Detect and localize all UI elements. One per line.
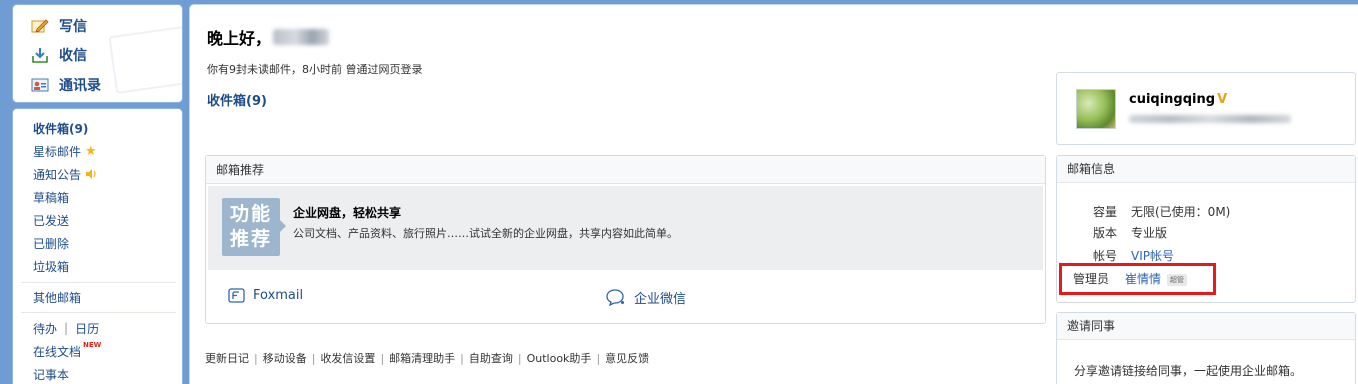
vip-icon: V (1217, 92, 1228, 107)
contacts-label: 通讯录 (59, 78, 101, 94)
wechat-work-label: 企业微信 (634, 292, 687, 307)
avatar[interactable] (1076, 89, 1116, 129)
folder-deleted[interactable]: 已删除 (33, 234, 69, 252)
todo-calendar-separator: | (64, 321, 69, 335)
redacted-email (1129, 115, 1291, 123)
profile-card: cuiqingqing V (1056, 72, 1356, 145)
envelope-watermark (108, 25, 182, 95)
feature-banner[interactable]: 功能 推荐 企业网盘，轻松共享 公司文档、产品资料、旅行照片……试试全新的企业网… (208, 186, 1043, 270)
recommend-panel: 邮箱推荐 功能 推荐 企业网盘，轻松共享 公司文档、产品资料、旅行照片……试试全… (205, 155, 1046, 324)
write-mail-button[interactable]: 写信 (31, 15, 87, 37)
capacity-value: 无限(已使用：0M) (1131, 205, 1231, 219)
foxmail-icon (228, 288, 245, 303)
info-row-capacity: 容量 无限(已使用：0M) (1063, 203, 1230, 220)
folder-drafts[interactable]: 草稿箱 (33, 188, 69, 206)
highlight-annotation (1059, 263, 1216, 295)
footer-link-mobile[interactable]: 移动设备 (263, 352, 307, 365)
inbox-download-icon (31, 47, 49, 63)
folder-other-mailboxes[interactable]: 其他邮箱 (33, 288, 81, 306)
edition-value: 专业版 (1131, 226, 1168, 240)
folder-deleted-label: 已删除 (33, 236, 70, 251)
unread-summary: 你有9封未读邮件，8小时前 曾通过网页登录 (207, 63, 423, 76)
todo-link[interactable]: 待办 (33, 320, 57, 337)
footer-link-mail-settings[interactable]: 收发信设置 (320, 352, 375, 365)
contact-card-icon (31, 77, 49, 93)
capacity-label: 容量 (1092, 205, 1117, 219)
account-value-link[interactable]: VIP帐号 (1131, 247, 1174, 264)
folder-notices[interactable]: 通知公告 (33, 165, 97, 183)
folder-spam[interactable]: 垃圾箱 (33, 257, 69, 275)
notebook-label: 记事本 (33, 367, 70, 382)
greeting: 晚上好， (207, 25, 330, 49)
pencil-icon (31, 18, 49, 34)
invite-card: 邀请同事 分享邀请链接给同事，一起使用企业邮箱。 (1056, 312, 1356, 384)
new-badge: NEW (83, 341, 102, 349)
chat-bubble-icon (606, 289, 626, 306)
receive-mail-label: 收信 (59, 48, 87, 64)
recommend-title: 邮箱推荐 (206, 156, 1045, 184)
redacted-username (273, 29, 330, 45)
footer-link-self-service[interactable]: 自助查询 (469, 352, 513, 365)
feature-description: 公司文档、产品资料、旅行照片……试试全新的企业网盘，共享内容如此简单。 (293, 227, 678, 240)
folder-sent[interactable]: 已发送 (33, 211, 69, 229)
feature-tile: 功能 推荐 (222, 198, 286, 256)
info-row-edition: 版本 专业版 (1063, 224, 1167, 241)
notebook-link[interactable]: 记事本 (33, 365, 69, 383)
inbox-link[interactable]: 收件箱(9) (207, 90, 267, 109)
folder-divider (21, 282, 176, 283)
speaker-icon (85, 169, 97, 179)
folder-inbox[interactable]: 收件箱(9) (33, 119, 88, 137)
mailbox-info-title: 邮箱信息 (1057, 156, 1355, 183)
star-icon: ★ (85, 143, 97, 159)
feature-tile-line2: 推荐 (229, 228, 272, 250)
online-docs-label: 在线文档 (33, 344, 82, 359)
folder-other-label: 其他邮箱 (33, 290, 82, 305)
contacts-button[interactable]: 通讯录 (31, 74, 101, 96)
folder-starred[interactable]: 星标邮件 ★ (33, 142, 97, 160)
footer-links: 更新日记 | 移动设备 | 收发信设置 | 邮箱清理助手 | 自助查询 | Outlook助手 | 意见… (205, 352, 650, 365)
invite-title: 邀请同事 (1057, 313, 1355, 340)
folder-sent-label: 已发送 (33, 213, 70, 228)
account-label: 帐号 (1092, 249, 1117, 263)
foxmail-label: Foxmail (253, 288, 304, 303)
footer-link-changelog[interactable]: 更新日记 (205, 352, 249, 365)
folder-spam-label: 垃圾箱 (33, 259, 70, 274)
calendar-link[interactable]: 日历 (75, 320, 99, 337)
feature-tile-line1: 功能 (229, 203, 272, 225)
edition-label: 版本 (1092, 226, 1117, 240)
feature-title: 企业网盘，轻松共享 (293, 206, 402, 220)
folder-notices-label: 通知公告 (33, 167, 82, 182)
username-text: cuiqingqing (1129, 92, 1216, 107)
greeting-text: 晚上好， (207, 29, 272, 48)
write-mail-label: 写信 (59, 19, 87, 35)
wechat-work-link[interactable]: 企业微信 (606, 288, 686, 307)
footer-link-cleanup[interactable]: 邮箱清理助手 (389, 352, 455, 365)
receive-mail-button[interactable]: 收信 (31, 44, 87, 66)
compose-panel: 写信 收信 通讯录 (12, 4, 183, 103)
todo-calendar-row: 待办 | 日历 (33, 319, 99, 337)
folder-drafts-label: 草稿箱 (33, 190, 70, 205)
footer-link-outlook[interactable]: Outlook助手 (527, 352, 592, 365)
online-docs-link[interactable]: 在线文档 NEW (33, 341, 102, 360)
foxmail-link[interactable]: Foxmail (228, 288, 303, 303)
folder-divider (21, 312, 176, 313)
folder-list: 收件箱(9) 星标邮件 ★ 通知公告 草稿箱 已发送 已删除 垃圾箱 其他邮箱 … (12, 108, 183, 384)
folder-starred-label: 星标邮件 (33, 144, 82, 159)
profile-username: cuiqingqing V (1129, 92, 1227, 107)
invite-text: 分享邀请链接给同事，一起使用企业邮箱。 (1074, 364, 1303, 378)
folder-inbox-label: 收件箱(9) (33, 121, 89, 136)
info-row-account: 帐号 VIP帐号 (1063, 247, 1174, 264)
footer-link-feedback[interactable]: 意见反馈 (605, 352, 649, 365)
